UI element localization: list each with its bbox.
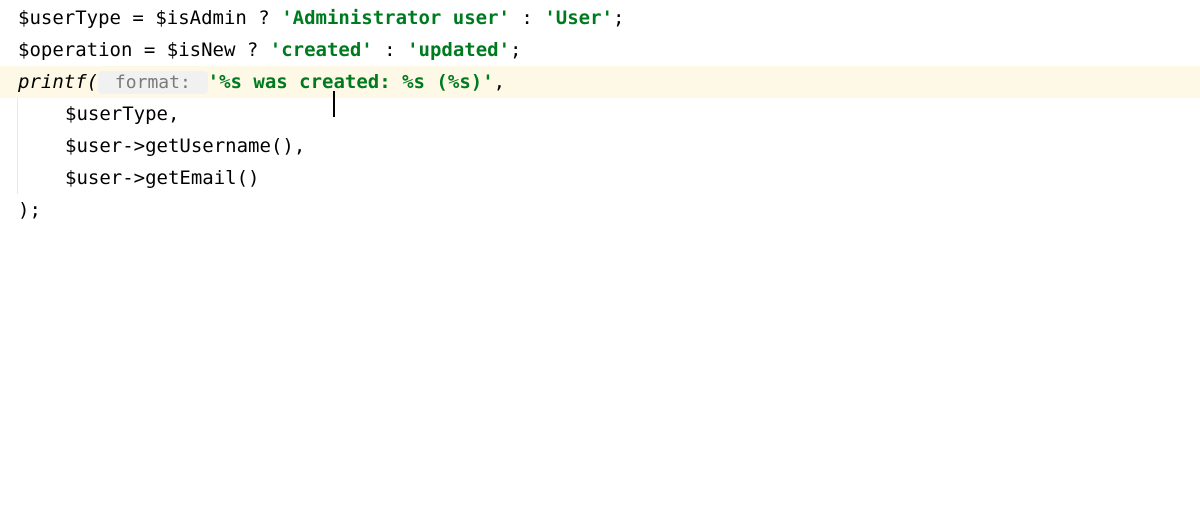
code-line[interactable]: $user->getUsername(), (0, 130, 1200, 162)
whitespace (533, 7, 544, 29)
whitespace (510, 7, 521, 29)
code-line[interactable]: $user->getEmail() (0, 162, 1200, 194)
whitespace (121, 7, 132, 29)
code-line[interactable]: $operation = $isNew ? 'created' : 'updat… (0, 34, 1200, 66)
string-token: 'updated' (407, 39, 510, 61)
variable-token: $user (65, 167, 122, 189)
string-token: ated: %s (%s)' (333, 71, 493, 93)
indent-guide (17, 162, 65, 194)
ternary-token: ? (247, 39, 258, 61)
paren-token: ( (87, 71, 98, 93)
method-token: getEmail (145, 167, 237, 189)
comma-token: , (168, 103, 179, 125)
code-line[interactable]: $userType, (0, 98, 1200, 130)
whitespace (155, 39, 166, 61)
punct-token: () (237, 167, 260, 189)
string-token: 'Administrator user' (281, 7, 510, 29)
function-call-token: printf (18, 71, 87, 93)
variable-token: $user (65, 135, 122, 157)
ternary-token: : (384, 39, 395, 61)
comma-token: , (494, 71, 505, 93)
operator-token: = (144, 39, 155, 61)
variable-token: $isNew (167, 39, 236, 61)
parameter-hint: format: (98, 71, 208, 94)
code-line-highlighted[interactable]: printf( format: '%s was created: %s (%s)… (0, 66, 1200, 98)
string-token: 'User' (544, 7, 613, 29)
string-token: 'created' (270, 39, 373, 61)
close-paren-semicolon: ); (18, 199, 41, 221)
indent-guide (17, 130, 65, 162)
code-line[interactable]: $userType = $isAdmin ? 'Administrator us… (0, 2, 1200, 34)
variable-token: $operation (18, 39, 132, 61)
string-token: '%s was cre (208, 71, 334, 93)
method-token: getUsername (145, 135, 271, 157)
whitespace (396, 39, 407, 61)
whitespace (235, 39, 246, 61)
punct-token: (), (271, 135, 305, 157)
whitespace (144, 7, 155, 29)
ternary-token: ? (258, 7, 269, 29)
code-line[interactable]: ); (0, 194, 1200, 226)
variable-token: $userType (65, 103, 168, 125)
whitespace (270, 7, 281, 29)
whitespace (373, 39, 384, 61)
variable-token: $userType (18, 7, 121, 29)
arrow-token: -> (122, 167, 145, 189)
semicolon-token: ; (510, 39, 521, 61)
whitespace (132, 39, 143, 61)
whitespace (258, 39, 269, 61)
whitespace (247, 7, 258, 29)
arrow-token: -> (122, 135, 145, 157)
variable-token: $isAdmin (155, 7, 247, 29)
semicolon-token: ; (613, 7, 624, 29)
code-editor[interactable]: $userType = $isAdmin ? 'Administrator us… (0, 2, 1200, 518)
indent-guide (17, 98, 65, 130)
ternary-token: : (521, 7, 532, 29)
operator-token: = (132, 7, 143, 29)
